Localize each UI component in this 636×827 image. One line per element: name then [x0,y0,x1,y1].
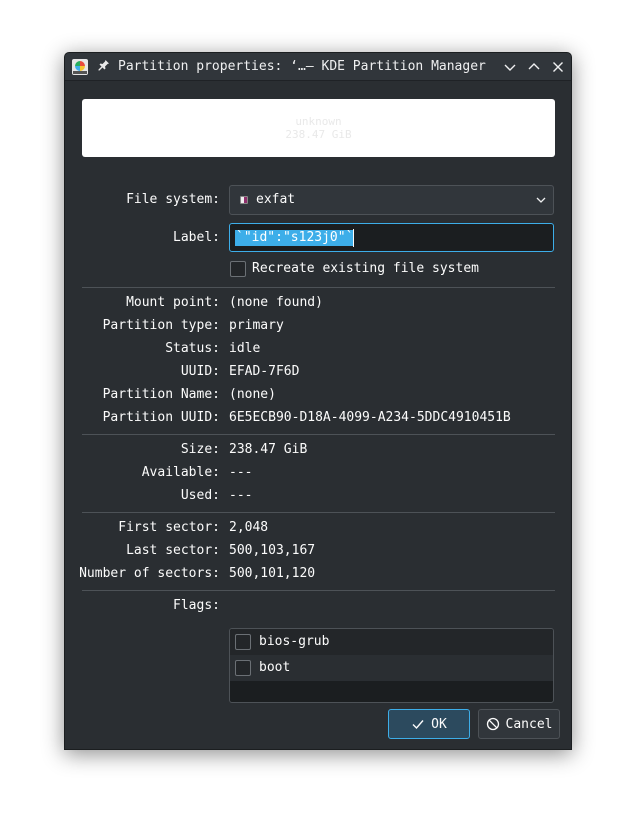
cancel-icon [486,717,499,731]
uuid-label: UUID: [180,364,220,379]
file-system-label: File system: [126,192,220,207]
checkmark-icon [412,720,424,730]
ok-button-label: OK [431,716,447,732]
flag-checkbox[interactable] [235,660,251,676]
mount-point-value: (none found) [229,295,323,310]
chevron-up-icon [528,63,540,70]
partition-properties-dialog: Partition properties: ‘…— KDE Partition … [64,52,572,750]
recreate-filesystem-label[interactable]: Recreate existing file system [252,261,479,277]
preview-size-text: 238.47 GiB [285,128,352,141]
pin-icon[interactable] [96,59,112,75]
status-label: Status: [165,341,220,356]
cancel-button[interactable]: Cancel [478,709,560,739]
label-label: Label: [173,230,220,245]
title-bar[interactable]: Partition properties: ‘…— KDE Partition … [65,53,571,81]
available-label: Available: [141,465,220,480]
last-sector-label: Last sector: [126,543,220,558]
maximize-button[interactable] [525,58,543,76]
flag-item-boot[interactable]: boot [230,655,553,681]
partition-type-label: Partition type: [102,318,220,333]
partition-preview: unknown 238.47 GiB [82,99,555,157]
used-label: Used: [180,488,220,503]
kde-partition-manager-icon [72,59,88,75]
separator [82,590,555,591]
chevron-down-icon [504,64,516,71]
partition-name-label: Partition Name: [102,387,220,402]
mount-point-label: Mount point: [126,295,220,310]
file-system-value: exfat [256,192,296,207]
preview-filesystem-text: unknown [295,115,342,128]
filesystem-color-swatch [240,196,248,204]
first-sector-label: First sector: [118,520,220,535]
partition-uuid-value: 6E5ECB90-D18A-4099-A234-5DDC4910451B [229,410,511,425]
file-system-combobox[interactable]: exfat [229,185,554,215]
status-value: idle [229,341,261,356]
flag-checkbox[interactable] [235,634,251,650]
cancel-button-label: Cancel [505,716,553,732]
separator [82,287,555,288]
first-sector-value: 2,048 [229,520,269,535]
partition-type-value: primary [229,318,284,333]
separator [82,434,555,435]
flags-label: Flags: [173,598,220,613]
flag-label: boot [259,660,291,675]
label-input[interactable]: `"id":"s123j0"` [229,223,554,252]
separator [82,512,555,513]
size-value: 238.47 GiB [229,442,308,457]
window-title: Partition properties: ‘…— KDE Partition … [118,59,486,74]
flag-label: bios-grub [259,634,330,649]
minimize-button[interactable] [501,58,519,76]
flag-item-bios-grub[interactable]: bios-grub [230,629,553,655]
uuid-value: EFAD-7F6D [229,364,300,379]
close-icon [553,62,563,72]
recreate-filesystem-checkbox[interactable] [230,261,246,277]
partition-name-value: (none) [229,387,276,402]
available-value: --- [229,465,253,480]
close-button[interactable] [549,58,567,76]
text-caret [353,229,354,247]
chevron-down-icon [536,197,546,203]
ok-button[interactable]: OK [388,709,470,739]
last-sector-value: 500,103,167 [229,543,316,558]
flags-list[interactable]: bios-grub boot [229,628,554,703]
number-of-sectors-value: 500,101,120 [229,566,316,581]
size-label: Size: [180,442,220,457]
number-of-sectors-label: Number of sectors: [79,566,220,581]
used-value: --- [229,488,253,503]
label-input-value: `"id":"s123j0"` [235,230,355,246]
partition-uuid-label: Partition UUID: [102,410,220,425]
